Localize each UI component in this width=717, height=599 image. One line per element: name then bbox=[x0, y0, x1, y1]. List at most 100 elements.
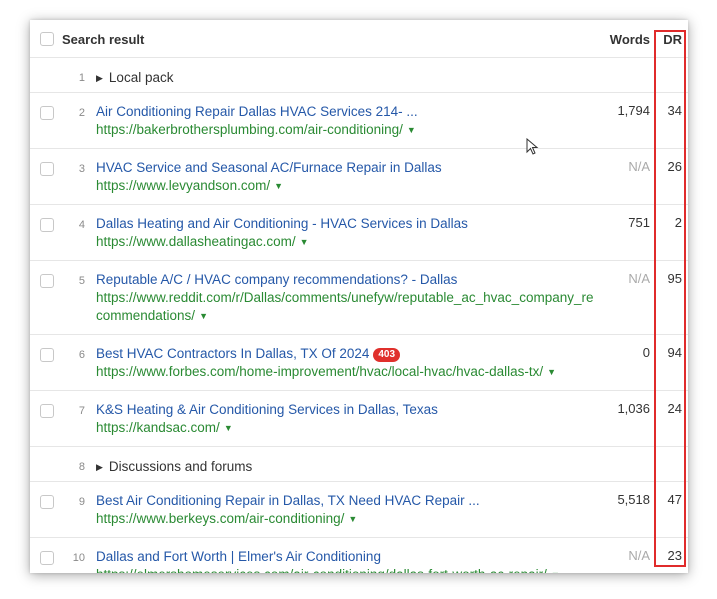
column-header-words[interactable]: Words bbox=[608, 20, 662, 57]
result-url-link[interactable]: https://bakerbrothersplumbing.com/air-co… bbox=[96, 121, 598, 139]
column-header-search-result[interactable]: Search result bbox=[62, 20, 608, 57]
status-badge: 403 bbox=[373, 347, 401, 362]
group-toggle[interactable]: ▶ Local pack bbox=[96, 57, 688, 92]
result-title-text: HVAC Service and Seasonal AC/Furnace Rep… bbox=[96, 159, 442, 175]
row-checkbox[interactable] bbox=[40, 550, 54, 565]
result-title-text: K&S Heating & Air Conditioning Services … bbox=[96, 401, 438, 417]
result-cell: K&S Heating & Air Conditioning Services … bbox=[96, 390, 608, 446]
serp-results-panel: Search result Words DR 1 ▶ Local pack 2 Air … bbox=[30, 20, 688, 573]
row-number: 10 bbox=[72, 551, 85, 564]
result-title-link[interactable]: Air Conditioning Repair Dallas HVAC Serv… bbox=[96, 103, 598, 121]
row-checkbox[interactable] bbox=[40, 161, 54, 176]
group-toggle[interactable]: ▶ Discussions and forums bbox=[96, 446, 688, 481]
select-all-checkbox[interactable] bbox=[40, 32, 54, 46]
row-checkbox[interactable] bbox=[40, 347, 54, 362]
caret-down-icon[interactable]: ▼ bbox=[224, 419, 233, 437]
row-number: 3 bbox=[78, 162, 85, 175]
dr-value: 47 bbox=[667, 491, 682, 507]
result-title-link[interactable]: Best Air Conditioning Repair in Dallas, … bbox=[96, 492, 598, 510]
result-title-text: Best Air Conditioning Repair in Dallas, … bbox=[96, 492, 480, 508]
serp-table: Search result Words DR 1 ▶ Local pack 2 Air … bbox=[30, 20, 688, 573]
caret-down-icon[interactable]: ▼ bbox=[547, 363, 556, 381]
result-url-text: https://www.dallasheatingac.com/ bbox=[96, 233, 296, 249]
result-title-link[interactable]: K&S Heating & Air Conditioning Services … bbox=[96, 401, 598, 419]
result-cell: Best Air Conditioning Repair in Dallas, … bbox=[96, 481, 608, 537]
group-label: Local pack bbox=[108, 69, 174, 85]
row-checkbox[interactable] bbox=[40, 494, 54, 509]
row-number: 6 bbox=[78, 348, 85, 361]
caret-down-icon[interactable]: ▼ bbox=[300, 233, 309, 251]
row-number: 1 bbox=[78, 71, 85, 84]
words-value: 1,036 bbox=[617, 400, 650, 416]
row-checkbox[interactable] bbox=[40, 273, 54, 288]
row-number: 9 bbox=[78, 495, 85, 508]
result-title-link[interactable]: Dallas and Fort Worth | Elmer's Air Cond… bbox=[96, 548, 598, 566]
result-url-link[interactable]: https://elmershomeservices.com/air-condi… bbox=[96, 566, 598, 574]
result-url-link[interactable]: https://www.reddit.com/r/Dallas/comments… bbox=[96, 289, 598, 325]
result-title-text: Reputable A/C / HVAC company recommendat… bbox=[96, 271, 458, 287]
result-title-text: Dallas and Fort Worth | Elmer's Air Cond… bbox=[96, 548, 381, 564]
result-cell: Reputable A/C / HVAC company recommendat… bbox=[96, 260, 608, 334]
result-url-text: https://bakerbrothersplumbing.com/air-co… bbox=[96, 121, 403, 137]
table-row: 10 Dallas and Fort Worth | Elmer's Air Co… bbox=[30, 537, 688, 573]
group-row: 1 ▶ Local pack bbox=[30, 57, 688, 92]
dr-value: 34 bbox=[667, 102, 682, 118]
result-title-text: Best HVAC Contractors In Dallas, TX Of 2… bbox=[96, 345, 370, 361]
caret-down-icon[interactable]: ▼ bbox=[199, 307, 208, 325]
dr-value: 2 bbox=[674, 214, 682, 230]
result-url-text: https://www.reddit.com/r/Dallas/comments… bbox=[96, 289, 594, 323]
row-number: 5 bbox=[78, 274, 85, 287]
table-row: 4 Dallas Heating and Air Conditioning - H… bbox=[30, 204, 688, 260]
table-row: 6 Best HVAC Contractors In Dallas, TX Of … bbox=[30, 334, 688, 390]
result-url-text: https://www.levyandson.com/ bbox=[96, 177, 271, 193]
row-checkbox[interactable] bbox=[40, 105, 54, 120]
triangle-right-icon: ▶ bbox=[96, 72, 103, 83]
result-url-link[interactable]: https://kandsac.com/▼ bbox=[96, 419, 598, 437]
row-number: 8 bbox=[78, 460, 85, 473]
result-url-text: https://kandsac.com/ bbox=[96, 419, 220, 435]
row-number: 7 bbox=[78, 404, 85, 417]
table-row: 5 Reputable A/C / HVAC company recommenda… bbox=[30, 260, 688, 334]
table-row: 9 Best Air Conditioning Repair in Dallas,… bbox=[30, 481, 688, 537]
dr-value: 23 bbox=[667, 547, 682, 563]
words-value: N/A bbox=[628, 547, 650, 563]
table-row: 7 K&S Heating & Air Conditioning Services… bbox=[30, 390, 688, 446]
table-row: 2 Air Conditioning Repair Dallas HVAC Ser… bbox=[30, 92, 688, 148]
result-url-link[interactable]: https://www.dallasheatingac.com/▼ bbox=[96, 233, 598, 251]
result-title-link[interactable]: Dallas Heating and Air Conditioning - HV… bbox=[96, 215, 598, 233]
result-title-link[interactable]: HVAC Service and Seasonal AC/Furnace Rep… bbox=[96, 159, 598, 177]
caret-down-icon[interactable]: ▼ bbox=[348, 510, 357, 528]
words-value: 5,518 bbox=[617, 491, 650, 507]
result-url-link[interactable]: https://www.forbes.com/home-improvement/… bbox=[96, 363, 598, 381]
words-value: 0 bbox=[642, 344, 650, 360]
result-cell: Dallas and Fort Worth | Elmer's Air Cond… bbox=[96, 537, 608, 574]
table-row: 3 HVAC Service and Seasonal AC/Furnace Re… bbox=[30, 148, 688, 204]
table-header: Search result Words DR bbox=[30, 20, 688, 57]
dr-value: 24 bbox=[667, 400, 682, 416]
words-value: N/A bbox=[628, 158, 650, 174]
result-url-link[interactable]: https://www.berkeys.com/air-conditioning… bbox=[96, 510, 598, 528]
words-value: 751 bbox=[628, 214, 650, 230]
dr-value: 26 bbox=[667, 158, 682, 174]
result-title-link[interactable]: Best HVAC Contractors In Dallas, TX Of 2… bbox=[96, 345, 598, 363]
result-url-text: https://www.berkeys.com/air-conditioning… bbox=[96, 510, 345, 526]
mouse-cursor-icon bbox=[526, 138, 539, 155]
result-cell: Dallas Heating and Air Conditioning - HV… bbox=[96, 204, 608, 260]
caret-down-icon[interactable]: ▼ bbox=[551, 566, 560, 574]
result-cell: HVAC Service and Seasonal AC/Furnace Rep… bbox=[96, 148, 608, 204]
column-header-dr[interactable]: DR bbox=[662, 20, 688, 57]
result-url-text: https://elmershomeservices.com/air-condi… bbox=[96, 567, 547, 574]
group-row: 8 ▶ Discussions and forums bbox=[30, 446, 688, 481]
result-title-text: Air Conditioning Repair Dallas HVAC Serv… bbox=[96, 103, 418, 119]
result-title-text: Dallas Heating and Air Conditioning - HV… bbox=[96, 215, 468, 231]
row-number: 2 bbox=[78, 106, 85, 119]
row-checkbox[interactable] bbox=[40, 217, 54, 232]
caret-down-icon[interactable]: ▼ bbox=[274, 177, 283, 195]
row-number: 4 bbox=[78, 218, 85, 231]
result-title-link[interactable]: Reputable A/C / HVAC company recommendat… bbox=[96, 271, 598, 289]
words-value: 1,794 bbox=[617, 102, 650, 118]
row-checkbox[interactable] bbox=[40, 403, 54, 418]
result-url-link[interactable]: https://www.levyandson.com/▼ bbox=[96, 177, 598, 195]
caret-down-icon[interactable]: ▼ bbox=[407, 121, 416, 139]
result-cell: Best HVAC Contractors In Dallas, TX Of 2… bbox=[96, 334, 608, 390]
